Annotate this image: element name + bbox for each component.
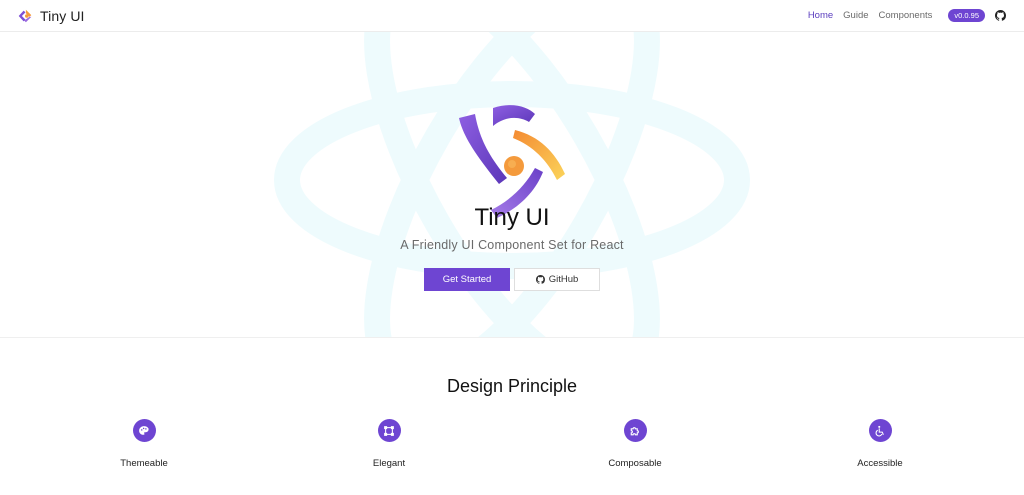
wheelchair-icon bbox=[868, 419, 892, 442]
palette-icon bbox=[132, 419, 156, 442]
feature-label: Themeable bbox=[120, 458, 168, 469]
vector-square-icon bbox=[377, 419, 401, 442]
hero-subtitle: A Friendly UI Component Set for React bbox=[400, 238, 624, 252]
section-title: Design Principle bbox=[446, 376, 578, 396]
hero-section: Tiny UI A Friendly UI Component Set for … bbox=[0, 32, 1024, 338]
feature-composable: Composable bbox=[575, 419, 695, 469]
nav-home[interactable]: Home bbox=[808, 10, 833, 21]
main-nav: Home Guide Components v0.0.95 bbox=[798, 9, 1006, 22]
feature-elegant: Elegant bbox=[329, 419, 449, 469]
github-icon bbox=[535, 275, 545, 284]
feature-accessible: Accessible bbox=[820, 419, 940, 469]
top-navbar: Tiny UI Home Guide Components v0.0.95 bbox=[0, 0, 1024, 32]
get-started-button[interactable]: Get Started bbox=[424, 268, 510, 291]
github-icon[interactable] bbox=[995, 10, 1006, 21]
brand[interactable]: Tiny UI bbox=[16, 7, 85, 25]
brand-name: Tiny UI bbox=[40, 7, 85, 24]
feature-label: Elegant bbox=[372, 458, 406, 469]
feature-label: Composable bbox=[608, 458, 662, 469]
github-button[interactable]: GitHub bbox=[514, 268, 600, 291]
feature-label: Accessible bbox=[857, 458, 903, 469]
tiny-ui-logo-icon bbox=[18, 9, 32, 22]
hero-title: Tiny UI bbox=[474, 204, 550, 231]
nav-guide[interactable]: Guide bbox=[843, 10, 868, 21]
feature-themeable: Themeable bbox=[84, 419, 204, 469]
puzzle-icon bbox=[623, 419, 647, 442]
tiny-ui-hero-logo-icon bbox=[459, 105, 565, 218]
nav-components[interactable]: Components bbox=[879, 10, 933, 21]
version-badge[interactable]: v0.0.95 bbox=[948, 9, 985, 22]
github-button-label: GitHub bbox=[548, 274, 579, 285]
